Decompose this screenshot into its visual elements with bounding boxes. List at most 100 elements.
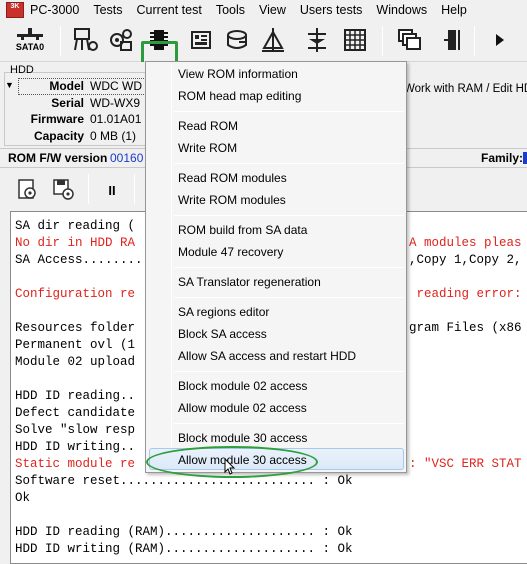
menu-item-block-sa-access[interactable]: Block SA access bbox=[178, 324, 267, 344]
tower-icon bbox=[262, 28, 284, 52]
firmware-value: 01.01A01 bbox=[90, 112, 142, 126]
menu-bar: 3K PC-3000 Tests Current test Tools View… bbox=[0, 0, 527, 20]
menu-separator bbox=[174, 215, 404, 216]
menu-item-sa-translator-regeneration[interactable]: SA Translator regeneration bbox=[178, 272, 321, 292]
menu-item-rom-head-map-editing[interactable]: ROM head map editing bbox=[178, 86, 301, 106]
disk-drive-button[interactable] bbox=[220, 23, 254, 57]
rom-dropdown-menu: View ROM information ROM head map editin… bbox=[145, 61, 407, 473]
menu-separator bbox=[174, 267, 404, 268]
exit-button[interactable] bbox=[436, 23, 470, 57]
menu-item-read-rom-modules[interactable]: Read ROM modules bbox=[178, 168, 287, 188]
hdd-firmware-row: Firmware 01.01A01 bbox=[0, 112, 145, 128]
family-label: Family: bbox=[481, 151, 524, 165]
log-line: Defect candidate bbox=[15, 406, 136, 420]
sata-port-icon bbox=[17, 28, 43, 40]
mouse-pointer-icon bbox=[224, 458, 236, 475]
firmware-label: Firmware bbox=[30, 112, 84, 126]
log-line: Static module re bbox=[15, 457, 136, 471]
pause-button[interactable]: II bbox=[98, 176, 126, 204]
log-line: Permanent ovl (1 bbox=[15, 338, 136, 352]
drive-tree-button[interactable] bbox=[68, 23, 102, 57]
menu-item-block-module-02[interactable]: Block module 02 access bbox=[178, 376, 307, 396]
serial-value: WD-WX9 bbox=[90, 96, 140, 110]
floppy-gear-icon bbox=[53, 179, 74, 200]
door-exit-icon bbox=[444, 30, 460, 50]
menu-separator bbox=[174, 423, 404, 424]
log-line-tail: reading error: bbox=[409, 287, 522, 301]
toolbar-divider bbox=[382, 26, 383, 56]
menu-tools[interactable]: Tools bbox=[209, 0, 252, 20]
hdd-capacity-row: Capacity 0 MB (1) bbox=[0, 129, 145, 145]
menu-item-block-module-30[interactable]: Block module 30 access bbox=[178, 428, 307, 448]
menu-users-tests[interactable]: Users tests bbox=[293, 0, 370, 20]
ram-module-icon bbox=[191, 31, 211, 49]
menu-tests[interactable]: Tests bbox=[86, 0, 129, 20]
menu-separator bbox=[174, 371, 404, 372]
menu-item-read-rom[interactable]: Read ROM bbox=[178, 116, 238, 136]
log-line: Module 02 upload bbox=[15, 355, 136, 369]
menu-view[interactable]: View bbox=[252, 0, 293, 20]
menu-pc3000[interactable]: PC-3000 bbox=[30, 0, 86, 20]
menu-item-rom-build-from-sa-data[interactable]: ROM build from SA data bbox=[178, 220, 307, 240]
log-line: HDD ID writing (RAM)....................… bbox=[15, 542, 353, 556]
log-line: SA dir reading ( bbox=[15, 219, 136, 233]
capacity-value: 0 MB (1) bbox=[90, 129, 137, 143]
sata-port-button[interactable]: SATA0 bbox=[8, 23, 52, 57]
toolbar-divider bbox=[60, 26, 61, 56]
drive-tree-icon bbox=[74, 28, 98, 51]
log-line-tail: ,Copy 1,Copy 2, bbox=[409, 253, 522, 267]
hdd-serial-row: Serial WD-WX9 bbox=[0, 96, 145, 112]
menu-item-write-rom[interactable]: Write ROM bbox=[178, 138, 237, 158]
grid-button[interactable] bbox=[338, 23, 372, 57]
settings-gear-button[interactable] bbox=[14, 176, 42, 204]
menu-current-test[interactable]: Current test bbox=[130, 0, 209, 20]
log-line: HDD ID reading (RAM)....................… bbox=[15, 525, 353, 539]
main-toolbar: SATA0 bbox=[0, 20, 527, 81]
hdd-group-label: HDD bbox=[10, 64, 34, 76]
log-line: Software reset..........................… bbox=[15, 474, 353, 488]
app-logo-icon[interactable]: 3K bbox=[6, 2, 24, 18]
work-with-ram-tab[interactable]: Work with RAM / Edit HDD bbox=[404, 83, 527, 95]
tree-icon bbox=[308, 28, 326, 52]
rom-fw-version-label: ROM F/W version bbox=[8, 151, 108, 165]
log-line-tail: gram Files (x86 bbox=[409, 321, 522, 335]
family-value bbox=[523, 152, 527, 164]
menu-gutter bbox=[171, 64, 172, 470]
windows-stack-button[interactable] bbox=[392, 23, 426, 57]
gears-button[interactable] bbox=[104, 23, 138, 57]
windows-stack-icon bbox=[398, 29, 421, 50]
log-line: Resources folder bbox=[15, 321, 136, 335]
toolbar-divider bbox=[134, 174, 135, 204]
sata-port-label: SATA0 bbox=[15, 42, 45, 52]
gear-doc-icon bbox=[18, 179, 36, 199]
tower-button[interactable] bbox=[256, 23, 290, 57]
model-focus-frame bbox=[18, 78, 148, 95]
menu-windows[interactable]: Windows bbox=[369, 0, 434, 20]
menu-item-allow-sa-access-restart[interactable]: Allow SA access and restart HDD bbox=[178, 346, 356, 366]
menu-separator bbox=[174, 163, 404, 164]
log-line: No dir in HDD RA bbox=[15, 236, 136, 250]
disk-drive-icon bbox=[227, 30, 247, 49]
play-button[interactable] bbox=[482, 23, 516, 57]
capacity-label: Capacity bbox=[33, 129, 84, 143]
menu-help[interactable]: Help bbox=[434, 0, 474, 20]
menu-item-write-rom-modules[interactable]: Write ROM modules bbox=[178, 190, 286, 210]
ram-module-button[interactable] bbox=[184, 23, 218, 57]
log-line-tail: : "VSC ERR STAT bbox=[409, 457, 522, 471]
log-line: Ok bbox=[15, 491, 31, 505]
log-line: HDD ID reading.. bbox=[15, 389, 136, 403]
menu-item-allow-module-02[interactable]: Allow module 02 access bbox=[178, 398, 307, 418]
serial-label: Serial bbox=[51, 96, 84, 110]
menu-item-module-47-recovery[interactable]: Module 47 recovery bbox=[178, 242, 283, 262]
log-line: HDD ID writing.. bbox=[15, 440, 136, 454]
menu-item-sa-regions-editor[interactable]: SA regions editor bbox=[178, 302, 269, 322]
save-module-button[interactable] bbox=[50, 176, 78, 204]
menu-item-view-rom-information[interactable]: View ROM information bbox=[178, 64, 298, 84]
log-line: SA Access........ bbox=[15, 253, 143, 267]
toolbar-divider bbox=[474, 26, 475, 56]
toolbar-divider bbox=[88, 174, 89, 204]
grid-icon bbox=[344, 29, 366, 51]
tree-button[interactable] bbox=[300, 23, 334, 57]
menu-separator bbox=[174, 297, 404, 298]
play-icon bbox=[496, 34, 504, 46]
